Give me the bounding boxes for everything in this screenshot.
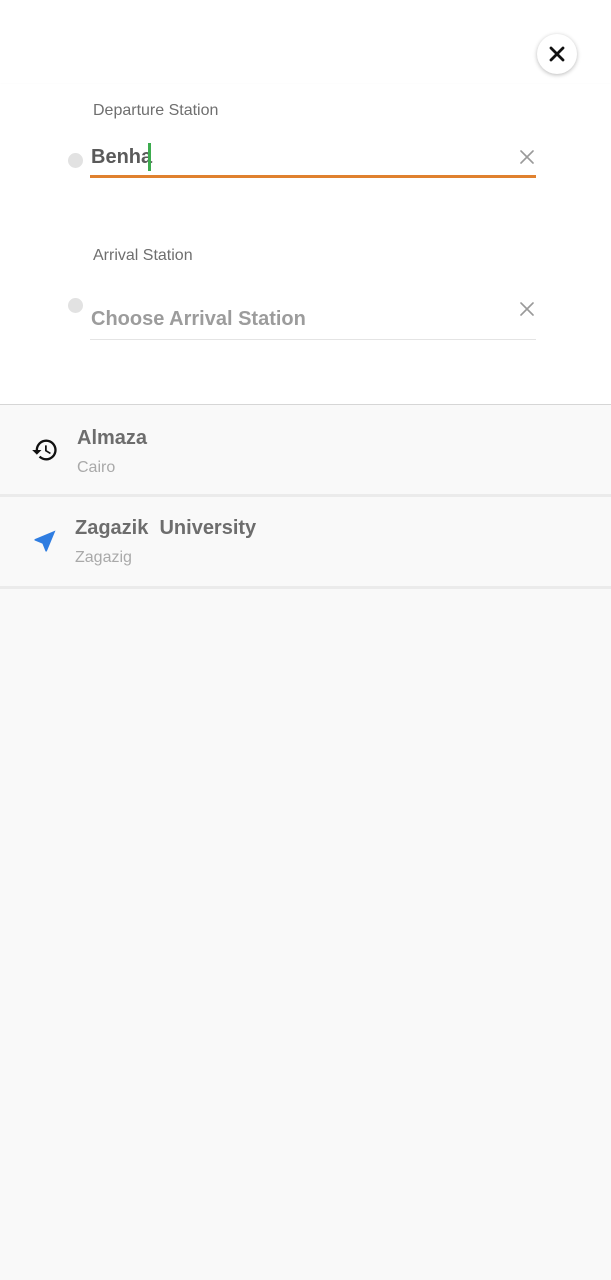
close-icon: [549, 46, 565, 62]
item-subtitle: Zagazig: [75, 549, 132, 566]
suggestion-list: Almaza Cairo Zagazik University Zagazig: [0, 405, 611, 589]
departure-label: Departure Station: [93, 102, 219, 119]
header: [0, 0, 611, 84]
arrival-clear-button[interactable]: [518, 300, 536, 318]
clear-icon: [520, 302, 534, 316]
departure-input[interactable]: [90, 138, 510, 176]
station-form: Departure Station Arrival Station: [0, 84, 611, 405]
history-icon: [32, 439, 57, 461]
navigation-arrow-icon: [34, 530, 56, 552]
departure-clear-button[interactable]: [518, 148, 536, 166]
arrival-underline: [90, 339, 536, 340]
navigation-arrow-icon: [30, 620, 58, 648]
item-title: Almaza: [77, 427, 148, 449]
arrival-input[interactable]: [90, 300, 510, 338]
text-caret: [148, 143, 151, 171]
list-item[interactable]: Almaza Cairo: [0, 405, 611, 497]
item-subtitle: Cairo: [77, 459, 116, 476]
departure-field: [90, 138, 536, 178]
arrival-label: Arrival Station: [93, 247, 193, 264]
departure-dot: [68, 153, 83, 168]
clear-icon: [520, 150, 534, 164]
arrival-dot: [68, 298, 83, 313]
station-search-screen: Departure Station Arrival Station: [0, 0, 611, 1280]
close-button[interactable]: [537, 34, 577, 74]
list-item[interactable]: Zagazik University Zagazig: [0, 497, 611, 589]
arrival-field: [90, 300, 536, 340]
departure-underline: [90, 175, 536, 178]
item-title: Zagazik University: [75, 517, 257, 539]
